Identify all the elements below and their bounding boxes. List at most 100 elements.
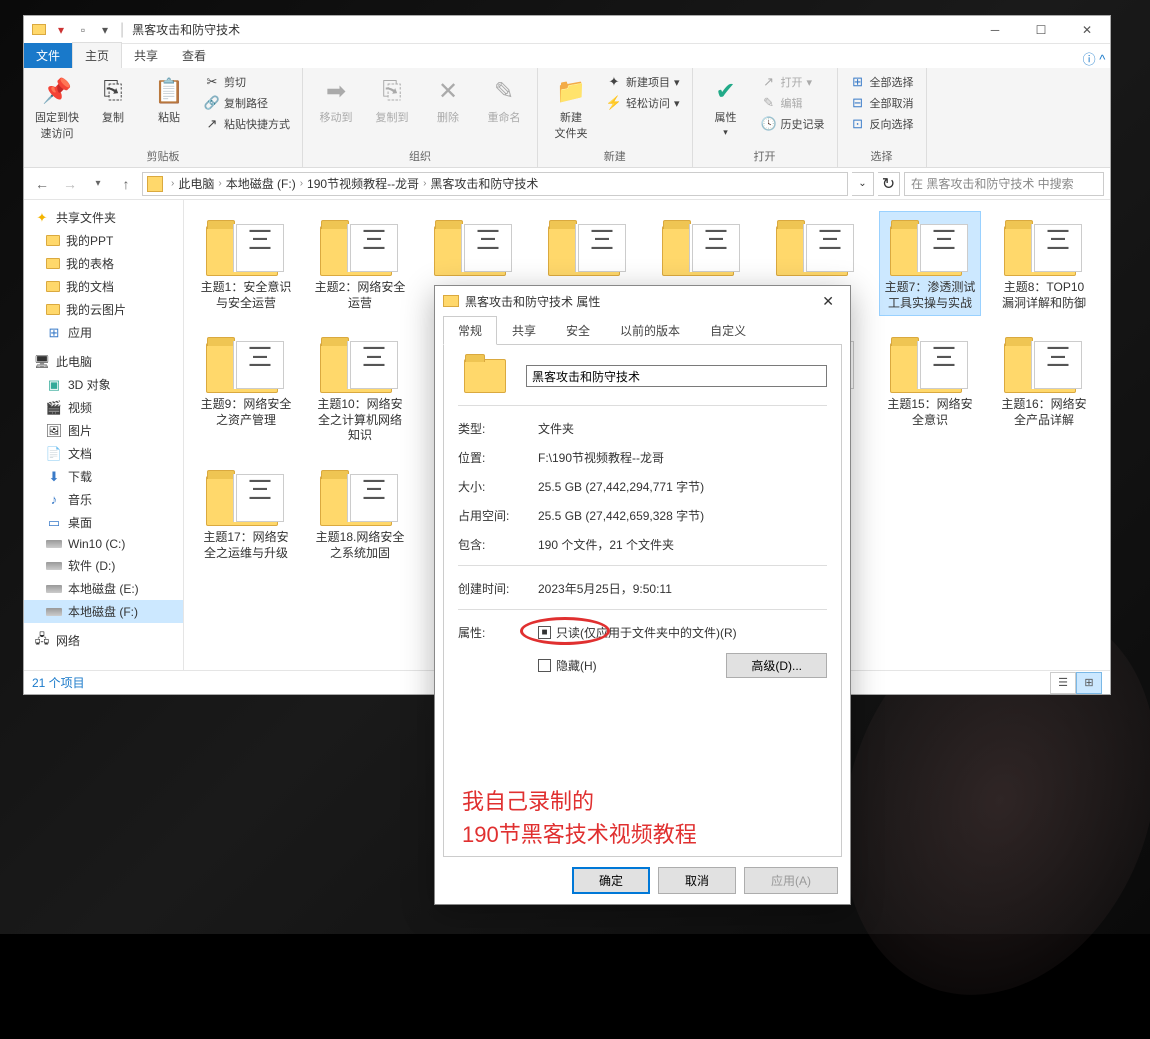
sidebar-network[interactable]: 🖧网络 bbox=[24, 629, 183, 652]
folder-item[interactable]: ▬▬▬▬▬▬▬▬主题10：网络安全之计算机网络知识 bbox=[310, 329, 410, 448]
sidebar-item[interactable]: ⊞应用 bbox=[24, 321, 183, 344]
hidden-checkbox[interactable]: 隐藏(H) bbox=[538, 657, 597, 674]
rename-button[interactable]: ✎重命名 bbox=[479, 71, 529, 125]
sidebar-item[interactable]: ▭桌面 bbox=[24, 511, 183, 534]
cut-button[interactable]: ✂剪切 bbox=[200, 73, 294, 91]
view-icons-button[interactable]: ⊞ bbox=[1076, 672, 1102, 694]
props-titlebar: 黑客攻击和防守技术 属性 ✕ bbox=[435, 286, 850, 316]
checkbox-icon bbox=[538, 659, 551, 672]
sidebar-item[interactable]: 我的文档 bbox=[24, 275, 183, 298]
paste-button[interactable]: 📋粘贴 bbox=[144, 71, 194, 125]
copy-to-button[interactable]: ⎘复制到 bbox=[367, 71, 417, 125]
minimize-button[interactable]: ─ bbox=[972, 16, 1018, 44]
folder-item[interactable]: ▬▬▬▬▬▬▬▬主题8：TOP10漏洞详解和防御 bbox=[994, 212, 1094, 315]
folder-item[interactable]: ▬▬▬▬▬▬▬▬主题17：网络安全之运维与升级 bbox=[196, 462, 296, 565]
advanced-button[interactable]: 高级(D)... bbox=[726, 653, 827, 678]
qat-save-icon[interactable]: ▾ bbox=[52, 21, 70, 39]
props-close-button[interactable]: ✕ bbox=[814, 289, 842, 314]
folder-item[interactable]: ▬▬▬▬▬▬▬▬主题7：渗透测试工具实操与实战 bbox=[880, 212, 980, 315]
bc-p1[interactable]: 190节视频教程--龙哥 bbox=[307, 175, 419, 192]
sidebar-item[interactable]: ♪音乐 bbox=[24, 488, 183, 511]
cancel-button[interactable]: 取消 bbox=[658, 867, 736, 894]
tab-security[interactable]: 安全 bbox=[551, 316, 605, 345]
ok-button[interactable]: 确定 bbox=[572, 867, 650, 894]
nav-fwd-button[interactable]: → bbox=[58, 172, 82, 196]
view-details-button[interactable]: ☰ bbox=[1050, 672, 1076, 694]
folder-item[interactable]: ▬▬▬▬▬▬▬▬主题16：网络安全产品详解 bbox=[994, 329, 1094, 448]
breadcrumb[interactable]: › 此电脑› 本地磁盘 (F:)› 190节视频教程--龙哥› 黑客攻击和防守技… bbox=[142, 172, 848, 196]
paste-shortcut-button[interactable]: ↗粘贴快捷方式 bbox=[200, 115, 294, 133]
qat-dropdown-icon[interactable]: ▾ bbox=[96, 21, 114, 39]
new-folder-button[interactable]: 📁新建 文件夹 bbox=[546, 71, 596, 141]
created-value: 2023年5月25日，9:50:11 bbox=[538, 580, 827, 597]
disk-value: 25.5 GB (27,442,659,328 字节) bbox=[538, 507, 827, 524]
sidebar-item[interactable]: ▣3D 对象 bbox=[24, 373, 183, 396]
copy-button[interactable]: ⎘复制 bbox=[88, 71, 138, 125]
ribbon-tabs: 文件 主页 共享 查看 ⓘ ^ bbox=[24, 44, 1110, 68]
refresh-button[interactable]: ↻ bbox=[878, 172, 900, 196]
nav-recent-button[interactable]: ▾ bbox=[86, 172, 110, 196]
sidebar-item[interactable]: 我的云图片 bbox=[24, 298, 183, 321]
open-button[interactable]: ↗打开 ▾ bbox=[757, 73, 829, 91]
delete-button[interactable]: ✕删除 bbox=[423, 71, 473, 125]
close-button[interactable]: ✕ bbox=[1064, 16, 1110, 44]
search-input[interactable]: 在 黑客攻击和防守技术 中搜索 bbox=[904, 172, 1104, 196]
select-none-button[interactable]: ⊟全部取消 bbox=[846, 94, 918, 112]
bc-p2[interactable]: 黑客攻击和防守技术 bbox=[430, 175, 538, 192]
pin-button[interactable]: 📌固定到快 速访问 bbox=[32, 71, 82, 141]
nav-back-button[interactable]: ← bbox=[30, 172, 54, 196]
maximize-button[interactable]: ☐ bbox=[1018, 16, 1064, 44]
sidebar-quick[interactable]: ✦共享文件夹 bbox=[24, 206, 183, 229]
tab-general[interactable]: 常规 bbox=[443, 316, 497, 345]
edit-button[interactable]: ✎编辑 bbox=[757, 94, 829, 112]
select-all-button[interactable]: ⊞全部选择 bbox=[846, 73, 918, 91]
bc-pc[interactable]: 此电脑 bbox=[178, 175, 214, 192]
bc-dropdown-button[interactable]: ⌄ bbox=[852, 172, 874, 196]
tab-share[interactable]: 共享 bbox=[122, 43, 170, 68]
folder-item[interactable]: ▬▬▬▬▬▬▬▬主题9：网络安全之资产管理 bbox=[196, 329, 296, 448]
sidebar-item[interactable]: 本地磁盘 (F:) bbox=[24, 600, 183, 623]
sidebar-item[interactable]: 我的PPT bbox=[24, 229, 183, 252]
folder-item[interactable]: ▬▬▬▬▬▬▬▬主题2：网络安全运营 bbox=[310, 212, 410, 315]
folder-item[interactable]: ▬▬▬▬▬▬▬▬主题15：网络安全意识 bbox=[880, 329, 980, 448]
select-inv-button[interactable]: ⊡反向选择 bbox=[846, 115, 918, 133]
folder-name: 主题2：网络安全运营 bbox=[314, 280, 406, 311]
history-button[interactable]: 🕓历史记录 bbox=[757, 115, 829, 133]
tab-file[interactable]: 文件 bbox=[24, 43, 72, 68]
sidebar-item[interactable]: 📄文档 bbox=[24, 442, 183, 465]
sidebar-item[interactable]: 我的表格 bbox=[24, 252, 183, 275]
properties-dialog: 黑客攻击和防守技术 属性 ✕ 常规 共享 安全 以前的版本 自定义 类型:文件夹… bbox=[434, 285, 851, 905]
qat-undo-icon[interactable]: ▫ bbox=[74, 21, 92, 39]
tab-home[interactable]: 主页 bbox=[72, 42, 122, 68]
nav-up-button[interactable]: ↑ bbox=[114, 172, 138, 196]
properties-button[interactable]: ✔属性▾ bbox=[701, 71, 751, 138]
tab-prev[interactable]: 以前的版本 bbox=[605, 316, 695, 345]
sidebar-item[interactable]: 🖼图片 bbox=[24, 419, 183, 442]
new-item-button[interactable]: ✦新建项目 ▾ bbox=[602, 73, 684, 91]
bc-folder-icon bbox=[147, 176, 163, 192]
bc-drive[interactable]: 本地磁盘 (F:) bbox=[226, 175, 296, 192]
copy-path-button[interactable]: 🔗复制路径 bbox=[200, 94, 294, 112]
folder-name: 主题9：网络安全之资产管理 bbox=[200, 397, 292, 428]
sidebar-item[interactable]: ⬇下载 bbox=[24, 465, 183, 488]
apply-button[interactable]: 应用(A) bbox=[744, 867, 838, 894]
sidebar-item[interactable]: 本地磁盘 (E:) bbox=[24, 577, 183, 600]
easy-access-button[interactable]: ⚡轻松访问 ▾ bbox=[602, 94, 684, 112]
folder-name-input[interactable] bbox=[526, 365, 827, 387]
sidebar-item[interactable]: Win10 (C:) bbox=[24, 534, 183, 554]
tab-view[interactable]: 查看 bbox=[170, 43, 218, 68]
shortcut-icon: ↗ bbox=[204, 116, 220, 132]
titlebar: ▾ ▫ ▾ | 黑客攻击和防守技术 ─ ☐ ✕ bbox=[24, 16, 1110, 44]
move-to-button[interactable]: ➡移动到 bbox=[311, 71, 361, 125]
move-icon: ➡ bbox=[320, 75, 352, 107]
sidebar-item[interactable]: 🎬视频 bbox=[24, 396, 183, 419]
folder-name: 主题15：网络安全意识 bbox=[884, 397, 976, 428]
folder-item[interactable]: ▬▬▬▬▬▬▬▬主题18.网络安全之系统加固 bbox=[310, 462, 410, 565]
folder-item[interactable]: ▬▬▬▬▬▬▬▬主题1：安全意识与安全运营 bbox=[196, 212, 296, 315]
sidebar-pc[interactable]: 🖥此电脑 bbox=[24, 350, 183, 373]
tab-share[interactable]: 共享 bbox=[497, 316, 551, 345]
ribbon-toggle-icon[interactable]: ⓘ ^ bbox=[1082, 49, 1106, 68]
sidebar-item[interactable]: 软件 (D:) bbox=[24, 554, 183, 577]
tab-custom[interactable]: 自定义 bbox=[695, 316, 761, 345]
folder-thumb: ▬▬▬▬▬▬▬▬ bbox=[206, 466, 286, 526]
